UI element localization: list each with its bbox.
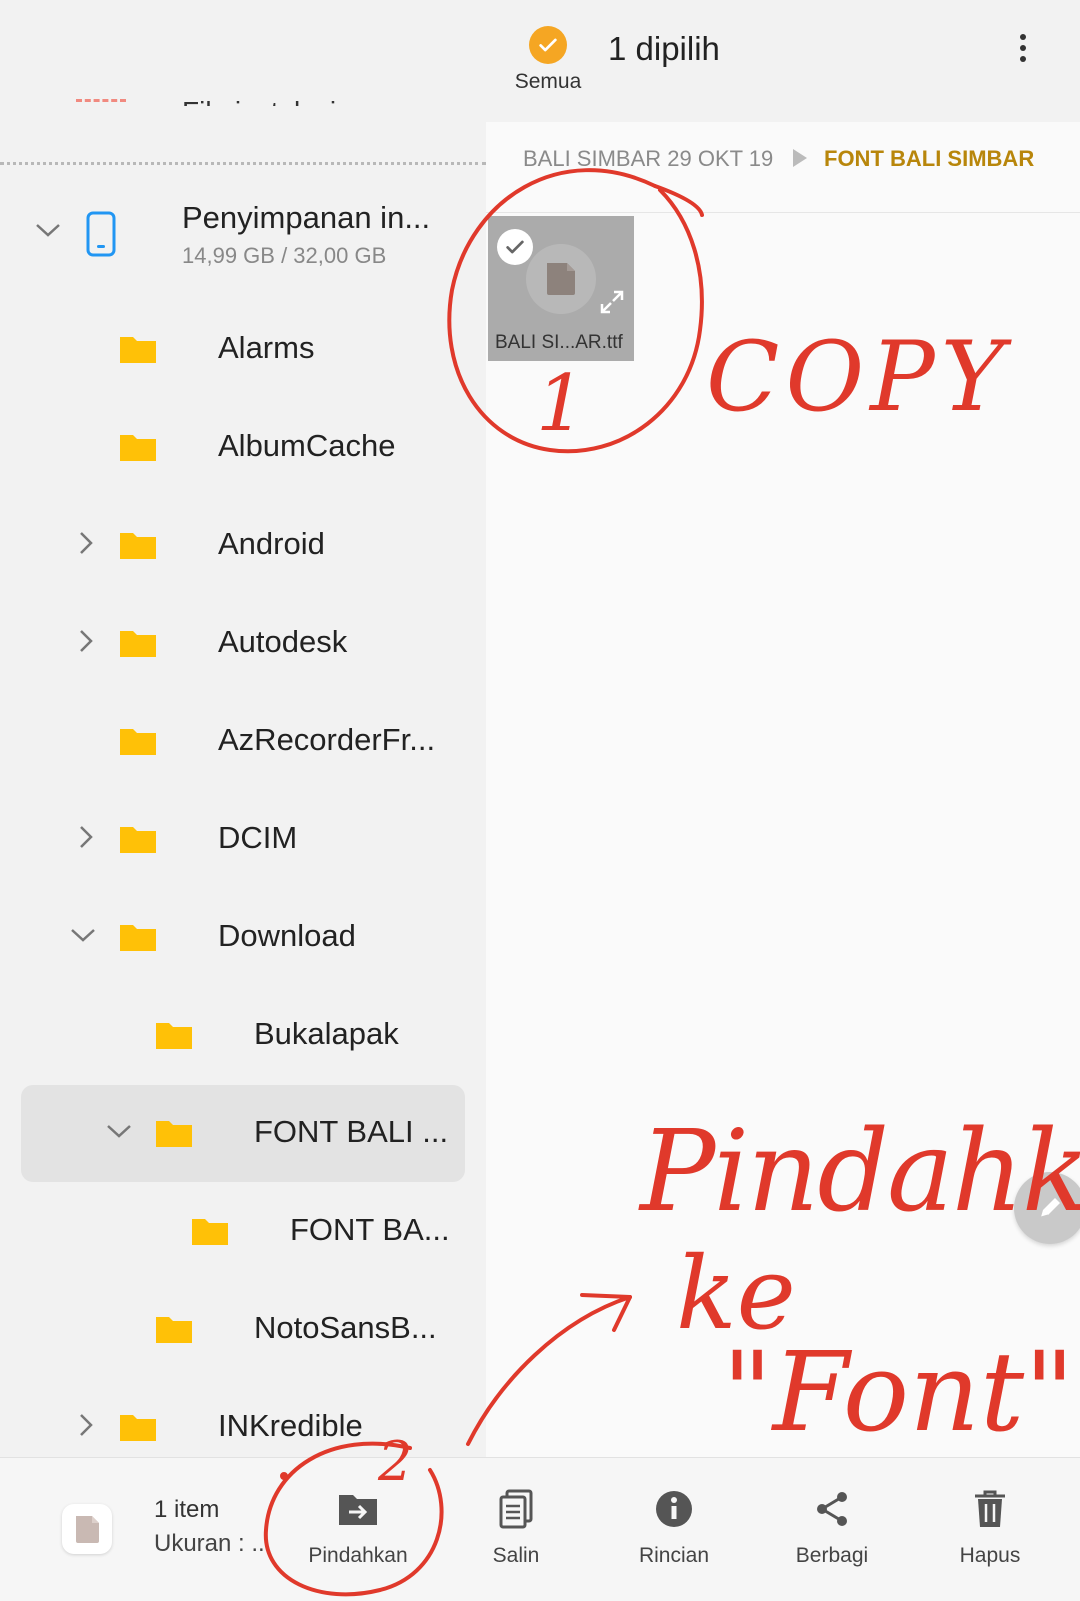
select-all-label: Semua — [514, 70, 582, 93]
edit-fab-button[interactable] — [1014, 1172, 1080, 1244]
folder-icon — [120, 827, 156, 853]
tree-item-label: Alarms — [218, 330, 315, 365]
folder-icon — [120, 631, 156, 657]
file-icon-circle — [526, 244, 596, 314]
tree-item-download[interactable]: Download — [0, 890, 486, 986]
tree-item-font-bali-selected[interactable]: FONT BALI ... — [0, 1086, 486, 1182]
bottom-action-bar: 1 item Ukuran : ... Pindahkan Salin Rinc… — [0, 1457, 1080, 1601]
tree-item-label: NotoSansB... — [254, 1310, 437, 1345]
copy-icon — [446, 1488, 586, 1530]
divider — [0, 162, 486, 165]
folder-icon — [156, 1023, 192, 1049]
item-size: Ukuran : ... — [154, 1530, 272, 1557]
document-icon — [547, 263, 575, 295]
tree-item-label: DCIM — [218, 820, 298, 855]
expand-icon[interactable] — [598, 288, 626, 316]
chevron-right-icon[interactable] — [70, 822, 100, 852]
move-button[interactable]: Pindahkan — [288, 1488, 428, 1568]
select-all-check-icon — [529, 26, 567, 64]
tree-item-label: AzRecorderFr... — [218, 722, 436, 757]
chevron-right-icon[interactable] — [70, 528, 100, 558]
tree-item-label: Android — [218, 526, 325, 561]
breadcrumb-separator-icon — [793, 149, 807, 167]
move-folder-icon — [288, 1488, 428, 1530]
tree-item-label: Autodesk — [218, 624, 348, 659]
tree-item-albumcache[interactable]: AlbumCache — [0, 400, 486, 496]
tree-item-inkredible[interactable]: INKredible — [0, 1380, 486, 1456]
breadcrumb-parent[interactable]: BALI SIMBAR 29 OKT 19 — [523, 146, 773, 172]
divider — [486, 212, 1080, 213]
tree-item-label: Download — [218, 918, 356, 953]
folder-icon — [120, 337, 156, 363]
chevron-down-icon[interactable] — [104, 1116, 134, 1146]
chevron-right-icon[interactable] — [70, 626, 100, 656]
cutoff-item-label: File instalasi — [182, 86, 336, 106]
share-label: Berbagi — [795, 1544, 869, 1567]
share-button[interactable]: Berbagi — [762, 1488, 902, 1568]
chevron-down-icon[interactable] — [34, 220, 62, 240]
file-name: BALI SI...AR.ttf — [495, 332, 623, 353]
tree-item-android[interactable]: Android — [0, 498, 486, 594]
file-thumbnail — [62, 1504, 112, 1554]
selection-title: 1 dipilih — [608, 30, 720, 67]
tree-item-notosans[interactable]: NotoSansB... — [0, 1282, 486, 1378]
copy-button[interactable]: Salin — [446, 1488, 586, 1568]
folder-icon — [192, 1219, 228, 1245]
storage-name: Penyimpanan in... — [182, 200, 431, 235]
tree-item-label: FONT BA... — [290, 1212, 450, 1247]
tree-item-alarms[interactable]: Alarms — [0, 302, 486, 398]
folder-icon — [120, 435, 156, 461]
top-bar: Semua 1 dipilih — [0, 0, 1080, 120]
folder-icon — [120, 729, 156, 755]
breadcrumb-current[interactable]: FONT BALI SIMBAR — [824, 146, 1034, 172]
chevron-down-icon[interactable] — [68, 920, 98, 950]
copy-label: Salin — [492, 1544, 540, 1567]
document-icon — [76, 1516, 99, 1543]
select-all-button[interactable]: Semua — [508, 26, 588, 94]
phone-icon — [86, 211, 116, 257]
selected-check-icon[interactable] — [497, 229, 533, 265]
tree-item-font-ba[interactable]: FONT BA... — [0, 1184, 486, 1280]
pencil-icon — [1040, 1198, 1060, 1218]
tree-item-label: INKredible — [218, 1408, 363, 1443]
details-label: Rincian — [638, 1544, 710, 1567]
tree-item-label: AlbumCache — [218, 428, 396, 463]
tree-item-label: Bukalapak — [254, 1016, 399, 1051]
folder-icon — [120, 533, 156, 559]
delete-label: Hapus — [959, 1544, 1021, 1567]
trash-icon — [920, 1488, 1060, 1530]
storage-size: 14,99 GB / 32,00 GB — [182, 243, 387, 268]
red-dashes — [76, 99, 126, 105]
details-button[interactable]: Rincian — [604, 1488, 744, 1568]
folder-icon — [120, 925, 156, 951]
move-label: Pindahkan — [308, 1544, 408, 1567]
tree-item-bukalapak[interactable]: Bukalapak — [0, 988, 486, 1084]
tree-item-dcim[interactable]: DCIM — [0, 792, 486, 888]
chevron-right-icon[interactable] — [70, 1410, 100, 1440]
more-options-icon[interactable] — [1008, 30, 1038, 70]
folder-icon — [120, 1415, 156, 1441]
folder-icon — [156, 1317, 192, 1343]
file-item-selected[interactable]: BALI SI...AR.ttf — [488, 216, 634, 361]
tree-item-autodesk[interactable]: Autodesk — [0, 596, 486, 692]
info-icon — [604, 1488, 744, 1530]
delete-button[interactable]: Hapus — [920, 1488, 1060, 1568]
share-icon — [762, 1488, 902, 1530]
folder-icon — [156, 1121, 192, 1147]
tree-item-label: FONT BALI ... — [254, 1114, 449, 1149]
item-count: 1 item — [154, 1496, 220, 1523]
tree-item-azrecorder[interactable]: AzRecorderFr... — [0, 694, 486, 790]
